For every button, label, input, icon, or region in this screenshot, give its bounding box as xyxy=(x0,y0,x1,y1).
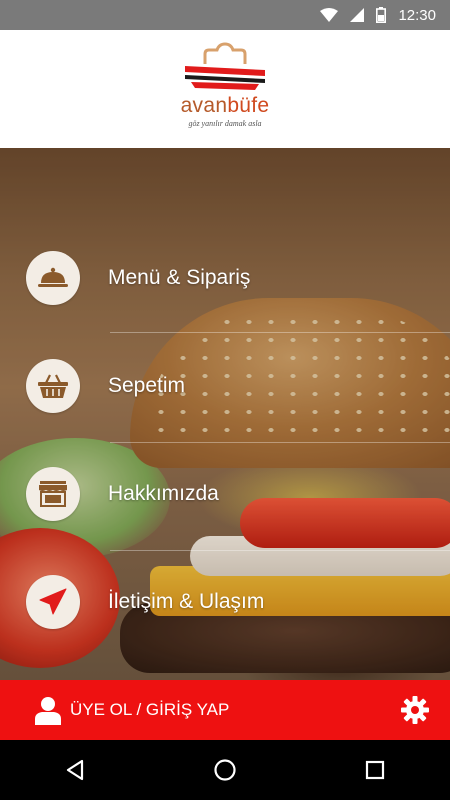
menu-divider xyxy=(110,550,450,551)
home-icon xyxy=(214,759,236,781)
home-button[interactable] xyxy=(195,740,255,800)
menu-item-cart[interactable]: Sepetim xyxy=(26,356,436,416)
recents-button[interactable] xyxy=(345,740,405,800)
signal-icon xyxy=(350,8,365,22)
logo-icon xyxy=(185,42,265,90)
app-header: avanbüfe göz yanılır damak asla xyxy=(0,30,450,148)
menu-item-menu-order[interactable]: Menü & Sipariş xyxy=(26,248,436,308)
back-icon xyxy=(66,759,84,781)
menu-item-label: Hakkımızda xyxy=(108,482,219,505)
status-bar: 12:30 xyxy=(0,0,450,30)
brand-name: avanbüfe xyxy=(181,94,270,118)
menu-icon-circle xyxy=(26,467,80,521)
menu-item-contact[interactable]: İletişim & Ulaşım xyxy=(26,572,436,632)
system-nav-bar xyxy=(0,740,450,800)
gear-icon[interactable] xyxy=(400,695,430,725)
basket-icon xyxy=(38,374,68,398)
menu-divider xyxy=(110,332,450,333)
storefront-icon xyxy=(39,481,67,507)
back-button[interactable] xyxy=(45,740,105,800)
brand-tagline: göz yanılır damak asla xyxy=(188,119,262,128)
user-icon[interactable] xyxy=(34,695,62,725)
menu-item-label: İletişim & Ulaşım xyxy=(108,590,265,613)
bottom-bar: ÜYE OL / GİRİŞ YAP xyxy=(0,680,450,740)
recents-icon xyxy=(365,760,385,780)
battery-icon xyxy=(376,7,387,23)
login-register-button[interactable]: ÜYE OL / GİRİŞ YAP xyxy=(70,700,400,720)
main-menu: Menü & Sipariş Sepetim Hakkımızda İletiş… xyxy=(0,148,450,680)
status-time: 12:30 xyxy=(398,6,436,24)
brand-part-2: büfe xyxy=(227,94,270,117)
brand-part-1: avan xyxy=(180,94,228,117)
cloche-icon xyxy=(38,267,68,287)
wifi-icon xyxy=(320,8,339,22)
menu-item-label: Menü & Sipariş xyxy=(108,266,251,289)
menu-item-about[interactable]: Hakkımızda xyxy=(26,464,436,524)
menu-item-label: Sepetim xyxy=(108,374,186,397)
menu-icon-circle xyxy=(26,575,80,629)
menu-icon-circle xyxy=(26,359,80,413)
menu-divider xyxy=(110,442,450,443)
paper-plane-icon xyxy=(39,588,67,615)
menu-icon-circle xyxy=(26,251,80,305)
